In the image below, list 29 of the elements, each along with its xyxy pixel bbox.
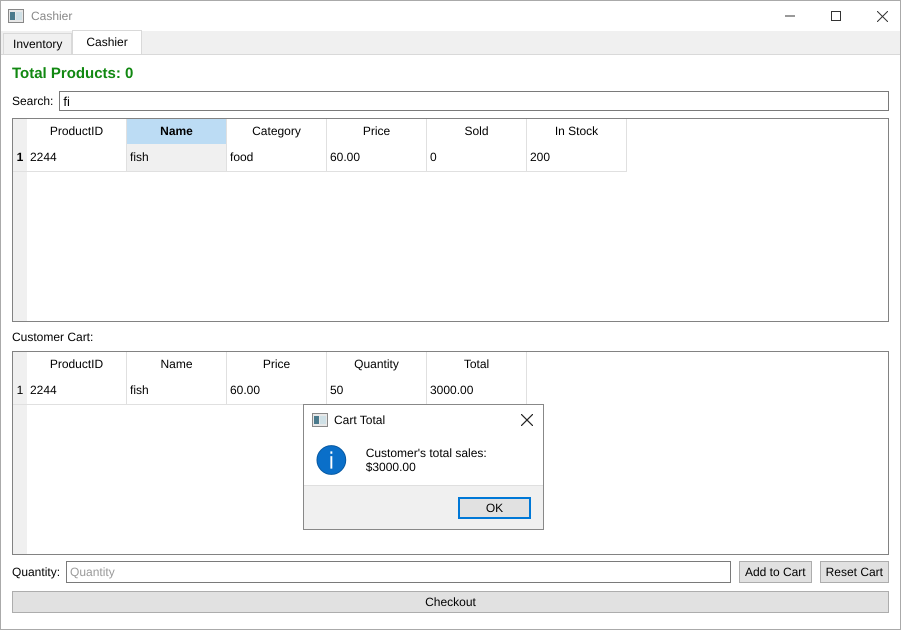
table-cell: 200 bbox=[527, 144, 627, 171]
ok-button[interactable]: OK bbox=[458, 496, 531, 518]
close-icon[interactable] bbox=[521, 414, 533, 426]
table-cell: fish bbox=[127, 377, 227, 404]
table-cell: 60.00 bbox=[327, 144, 427, 171]
table-cell: 0 bbox=[427, 144, 527, 171]
cart-button[interactable]: Add to Cart bbox=[738, 561, 812, 583]
tab[interactable]: Cashier bbox=[72, 30, 142, 54]
column-header[interactable]: Name bbox=[127, 119, 227, 144]
app-icon bbox=[312, 413, 328, 427]
quantity-field[interactable]: Quantity bbox=[66, 561, 731, 583]
window-title: Cashier bbox=[31, 9, 72, 23]
app-icon bbox=[8, 9, 24, 23]
info-icon bbox=[316, 444, 347, 476]
cart-label: Customer Cart: bbox=[12, 330, 94, 344]
table-cell: food bbox=[227, 144, 327, 171]
checkout-button[interactable]: Checkout bbox=[12, 591, 889, 613]
table-cell: fish bbox=[127, 144, 227, 171]
search-label: Search: bbox=[12, 94, 54, 108]
cart-button[interactable]: Reset Cart bbox=[820, 561, 889, 583]
dialog-message: Customer's total sales: $3000.00 bbox=[366, 446, 488, 474]
quantity-label: Quantity: bbox=[12, 565, 60, 579]
total-products-label: Total Products: 0 bbox=[12, 65, 134, 84]
table-cell: 2244 bbox=[27, 377, 127, 404]
tab[interactable]: Inventory bbox=[3, 33, 72, 54]
search-field[interactable]: fi bbox=[59, 91, 889, 111]
close-icon[interactable] bbox=[877, 10, 888, 22]
maximize-icon[interactable] bbox=[831, 11, 841, 21]
dialog-title: Cart Total bbox=[334, 413, 386, 427]
